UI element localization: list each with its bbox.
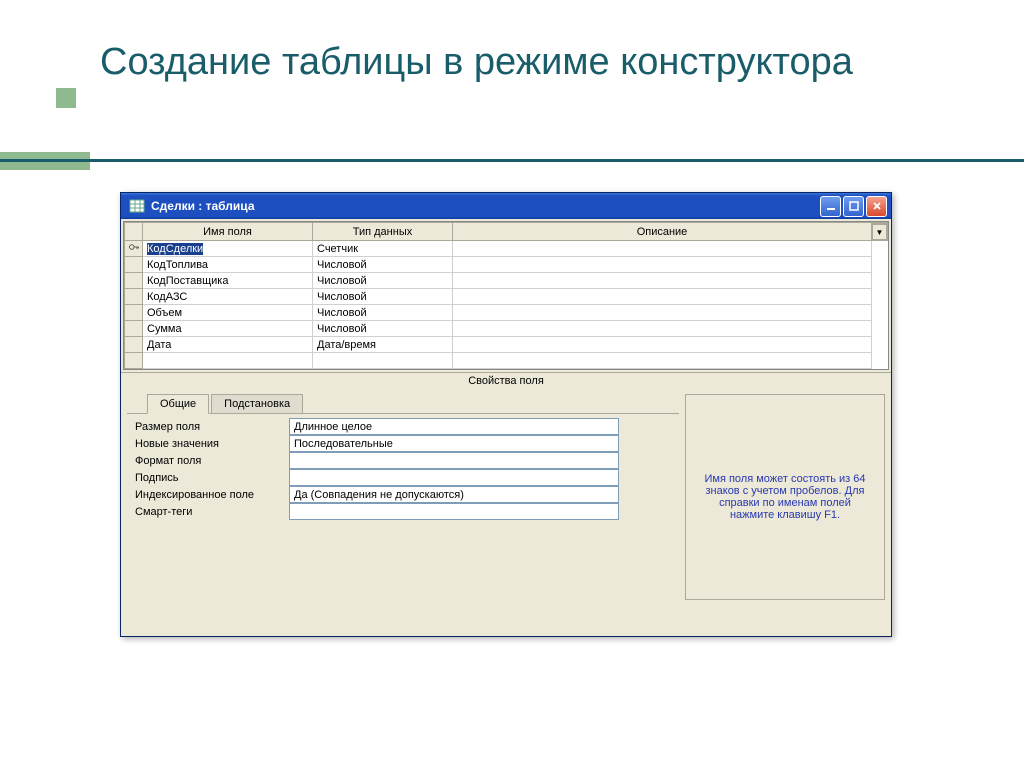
prop-row-caption[interactable]: Подпись xyxy=(133,469,673,486)
prop-value-input[interactable]: Да (Совпадения не допускаются) xyxy=(289,486,619,503)
table-row[interactable]: Сумма Числовой xyxy=(125,321,888,337)
field-desc-cell[interactable] xyxy=(453,321,872,337)
field-grid: Имя поля Тип данных Описание ▲ ▼ КодСдел… xyxy=(123,221,889,370)
table-row[interactable]: КодАЗС Числовой xyxy=(125,289,888,305)
prop-label: Подпись xyxy=(133,472,289,484)
properties-tabs: Общие Подстановка xyxy=(127,394,679,414)
help-pane: Имя поля может состоять из 64 знаков с у… xyxy=(685,394,885,600)
properties-area: Общие Подстановка Размер поля Длинное це… xyxy=(121,388,891,606)
field-desc-cell[interactable] xyxy=(453,305,872,321)
prop-row-size[interactable]: Размер поля Длинное целое xyxy=(133,418,673,435)
row-selector[interactable] xyxy=(125,305,143,321)
prop-label: Размер поля xyxy=(133,421,289,433)
table-row[interactable]: КодТоплива Числовой xyxy=(125,257,888,273)
access-table-designer-window: Сделки : таблица Имя поля Тип данных Опи… xyxy=(120,192,892,637)
prop-label: Смарт-теги xyxy=(133,506,289,518)
prop-value-input[interactable]: Последовательные xyxy=(289,435,619,452)
properties-panel: Общие Подстановка Размер поля Длинное це… xyxy=(127,394,679,600)
prop-row-format[interactable]: Формат поля xyxy=(133,452,673,469)
field-type-cell[interactable]: Счетчик xyxy=(313,241,453,257)
field-type-cell[interactable]: Числовой xyxy=(313,305,453,321)
prop-row-indexed[interactable]: Индексированное поле Да (Совпадения не д… xyxy=(133,486,673,503)
field-desc-cell[interactable] xyxy=(453,289,872,305)
window-title: Сделки : таблица xyxy=(149,199,820,213)
table-row[interactable] xyxy=(125,353,888,369)
prop-value-input[interactable] xyxy=(289,452,619,469)
header-desc[interactable]: Описание xyxy=(453,223,872,241)
field-type-cell[interactable]: Числовой xyxy=(313,273,453,289)
prop-label: Новые значения xyxy=(133,438,289,450)
table-icon xyxy=(129,198,145,214)
field-name-cell[interactable]: КодАЗС xyxy=(143,289,313,305)
field-type-cell[interactable]: Дата/время xyxy=(313,337,453,353)
window-titlebar[interactable]: Сделки : таблица xyxy=(121,193,891,219)
row-selector[interactable] xyxy=(125,321,143,337)
tab-lookup[interactable]: Подстановка xyxy=(211,394,303,413)
prop-label: Формат поля xyxy=(133,455,289,467)
scroll-down-button[interactable]: ▼ xyxy=(872,224,887,240)
table-row[interactable]: КодПоставщика Числовой xyxy=(125,273,888,289)
slide-title: Создание таблицы в режиме конструктора xyxy=(100,40,853,86)
prop-value-input[interactable]: Длинное целое xyxy=(289,418,619,435)
maximize-button[interactable] xyxy=(843,196,864,217)
field-desc-cell[interactable] xyxy=(453,337,872,353)
header-name[interactable]: Имя поля xyxy=(143,223,313,241)
row-selector[interactable] xyxy=(125,337,143,353)
prop-value-input[interactable] xyxy=(289,469,619,486)
field-name-cell[interactable]: Сумма xyxy=(143,321,313,337)
minimize-button[interactable] xyxy=(820,196,841,217)
header-row-selector[interactable] xyxy=(125,223,143,241)
field-name-cell[interactable] xyxy=(143,353,313,369)
row-selector[interactable] xyxy=(125,289,143,305)
field-name-cell[interactable]: КодПоставщика xyxy=(143,273,313,289)
prop-row-newvalues[interactable]: Новые значения Последовательные xyxy=(133,435,673,452)
table-row[interactable]: Объем Числовой xyxy=(125,305,888,321)
slide-bullet-icon xyxy=(56,88,76,108)
header-type[interactable]: Тип данных xyxy=(313,223,453,241)
field-type-cell[interactable]: Числовой xyxy=(313,257,453,273)
help-text: Имя поля может состоять из 64 знаков с у… xyxy=(696,473,874,521)
field-name-cell[interactable]: КодТоплива xyxy=(143,257,313,273)
row-selector[interactable] xyxy=(125,273,143,289)
field-desc-cell[interactable] xyxy=(453,241,872,257)
properties-title: Свойства поля xyxy=(121,372,891,388)
properties-content: Размер поля Длинное целое Новые значения… xyxy=(127,414,679,524)
field-type-cell[interactable] xyxy=(313,353,453,369)
row-selector[interactable] xyxy=(125,257,143,273)
table-row[interactable]: Дата Дата/время xyxy=(125,337,888,353)
header-row: Имя поля Тип данных Описание ▲ ▼ xyxy=(125,223,888,241)
prop-value-input[interactable] xyxy=(289,503,619,520)
primary-key-icon[interactable] xyxy=(125,241,143,257)
prop-label: Индексированное поле xyxy=(133,489,289,501)
field-name-cell[interactable]: Дата xyxy=(143,337,313,353)
field-desc-cell[interactable] xyxy=(453,273,872,289)
prop-row-smarttags[interactable]: Смарт-теги xyxy=(133,503,673,520)
accent-line xyxy=(0,159,1024,162)
design-table[interactable]: Имя поля Тип данных Описание ▲ ▼ КодСдел… xyxy=(124,222,888,369)
window-controls xyxy=(820,196,887,217)
field-name-cell[interactable]: Объем xyxy=(143,305,313,321)
close-button[interactable] xyxy=(866,196,887,217)
field-type-cell[interactable]: Числовой xyxy=(313,289,453,305)
row-selector[interactable] xyxy=(125,353,143,369)
field-type-cell[interactable]: Числовой xyxy=(313,321,453,337)
table-row[interactable]: КодСделки Счетчик xyxy=(125,241,888,257)
field-name-cell[interactable]: КодСделки xyxy=(143,241,313,257)
field-desc-cell[interactable] xyxy=(453,353,872,369)
field-desc-cell[interactable] xyxy=(453,257,872,273)
tab-general[interactable]: Общие xyxy=(147,394,209,414)
